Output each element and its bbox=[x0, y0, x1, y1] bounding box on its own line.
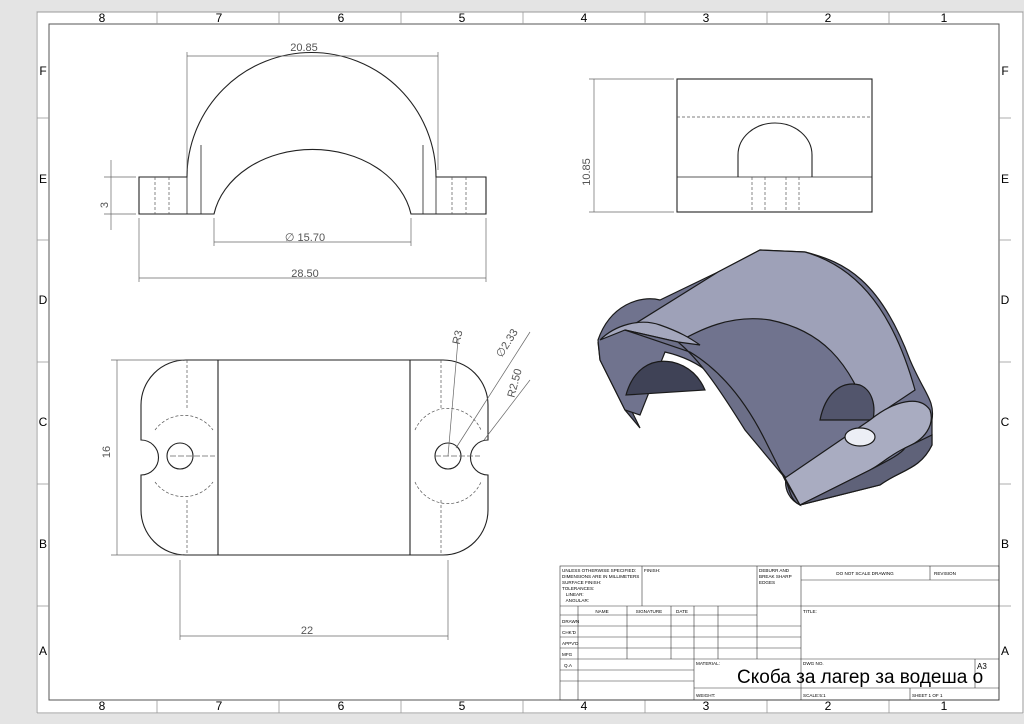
tb-dwg-no-label: DWG NO. bbox=[803, 661, 824, 666]
tb-title-label: TITLE: bbox=[803, 609, 817, 614]
col-label: 6 bbox=[338, 11, 345, 25]
tb-deburr: DEBURR AND bbox=[759, 568, 790, 573]
col-label: 3 bbox=[703, 11, 710, 25]
col-label: 8 bbox=[99, 11, 106, 25]
tb-sheet: SHEET 1 OF 1 bbox=[912, 693, 943, 698]
col-label: 7 bbox=[216, 699, 223, 713]
col-label: 4 bbox=[581, 699, 588, 713]
col-label: 5 bbox=[459, 11, 466, 25]
dimension-label: 22 bbox=[301, 625, 313, 637]
col-label: 1 bbox=[941, 699, 948, 713]
dimension-label: 3 bbox=[99, 202, 111, 208]
tb-weight-label: WEIGHT: bbox=[696, 693, 715, 698]
row-label: F bbox=[39, 64, 46, 78]
tb-row-label: DRAWN bbox=[562, 619, 579, 624]
dimension-label: 10.85 bbox=[581, 158, 593, 186]
row-label: A bbox=[39, 644, 47, 658]
tb-col-name: NAME bbox=[595, 609, 608, 614]
row-label: D bbox=[1001, 293, 1010, 307]
tb-note: ANGULAR: bbox=[562, 598, 589, 603]
tb-scale: SCALE:5:1 bbox=[803, 693, 826, 698]
dimension-label: 20.85 bbox=[290, 42, 318, 54]
drawing-sheet: 8 7 6 5 4 3 2 1 8 7 6 5 4 3 2 1 F E D C … bbox=[36, 11, 1024, 714]
tb-note: SURFACE FINISH: bbox=[562, 580, 601, 585]
row-label: A bbox=[1001, 644, 1009, 658]
col-label: 4 bbox=[581, 11, 588, 25]
tb-col-signature: SIGNATURE bbox=[636, 609, 662, 614]
col-label: 8 bbox=[99, 699, 106, 713]
col-label: 2 bbox=[825, 699, 832, 713]
dimension-label: 16 bbox=[101, 446, 113, 458]
col-label: 5 bbox=[459, 699, 466, 713]
tb-deburr: EDGES bbox=[759, 580, 775, 585]
tb-row-label: CHK'D bbox=[562, 630, 577, 635]
tb-row-label: APPV'D bbox=[562, 641, 579, 646]
iso-mounting-hole bbox=[844, 427, 876, 447]
tb-row-label: MFG bbox=[562, 652, 573, 657]
row-label: B bbox=[1001, 537, 1009, 551]
tb-row-label: Q.A bbox=[564, 663, 573, 668]
col-label: 2 bbox=[825, 11, 832, 25]
col-label: 3 bbox=[703, 699, 710, 713]
col-label: 6 bbox=[338, 699, 345, 713]
tb-note: DIMENSIONS ARE IN MILLIMETERS bbox=[562, 574, 639, 579]
row-label: E bbox=[39, 172, 47, 186]
row-label: D bbox=[39, 293, 48, 307]
drawing-title: Скоба за лагер за водеша о bbox=[737, 667, 983, 688]
tb-note: LINEAR: bbox=[562, 592, 584, 597]
tb-material-label: MATERIAL: bbox=[696, 661, 720, 666]
tb-do-not-scale: DO NOT SCALE DRAWING bbox=[836, 571, 894, 576]
tb-note: UNLESS OTHERWISE SPECIFIED: bbox=[562, 568, 636, 573]
tb-revision: REVISION bbox=[934, 571, 956, 576]
row-label: C bbox=[1001, 415, 1010, 429]
tb-col-date: DATE bbox=[676, 609, 688, 614]
dimension-label: 28.50 bbox=[291, 268, 319, 280]
row-label: E bbox=[1001, 172, 1009, 186]
dimension-label: ∅ 15.70 bbox=[285, 232, 325, 244]
row-label: B bbox=[39, 537, 47, 551]
col-label: 1 bbox=[941, 11, 948, 25]
tb-finish: FINISH: bbox=[644, 568, 660, 573]
tb-note: TOLERANCES: bbox=[562, 586, 594, 591]
row-label: C bbox=[39, 415, 48, 429]
col-label: 7 bbox=[216, 11, 223, 25]
tb-deburr: BREAK SHARP bbox=[759, 574, 792, 579]
row-label: F bbox=[1001, 64, 1008, 78]
